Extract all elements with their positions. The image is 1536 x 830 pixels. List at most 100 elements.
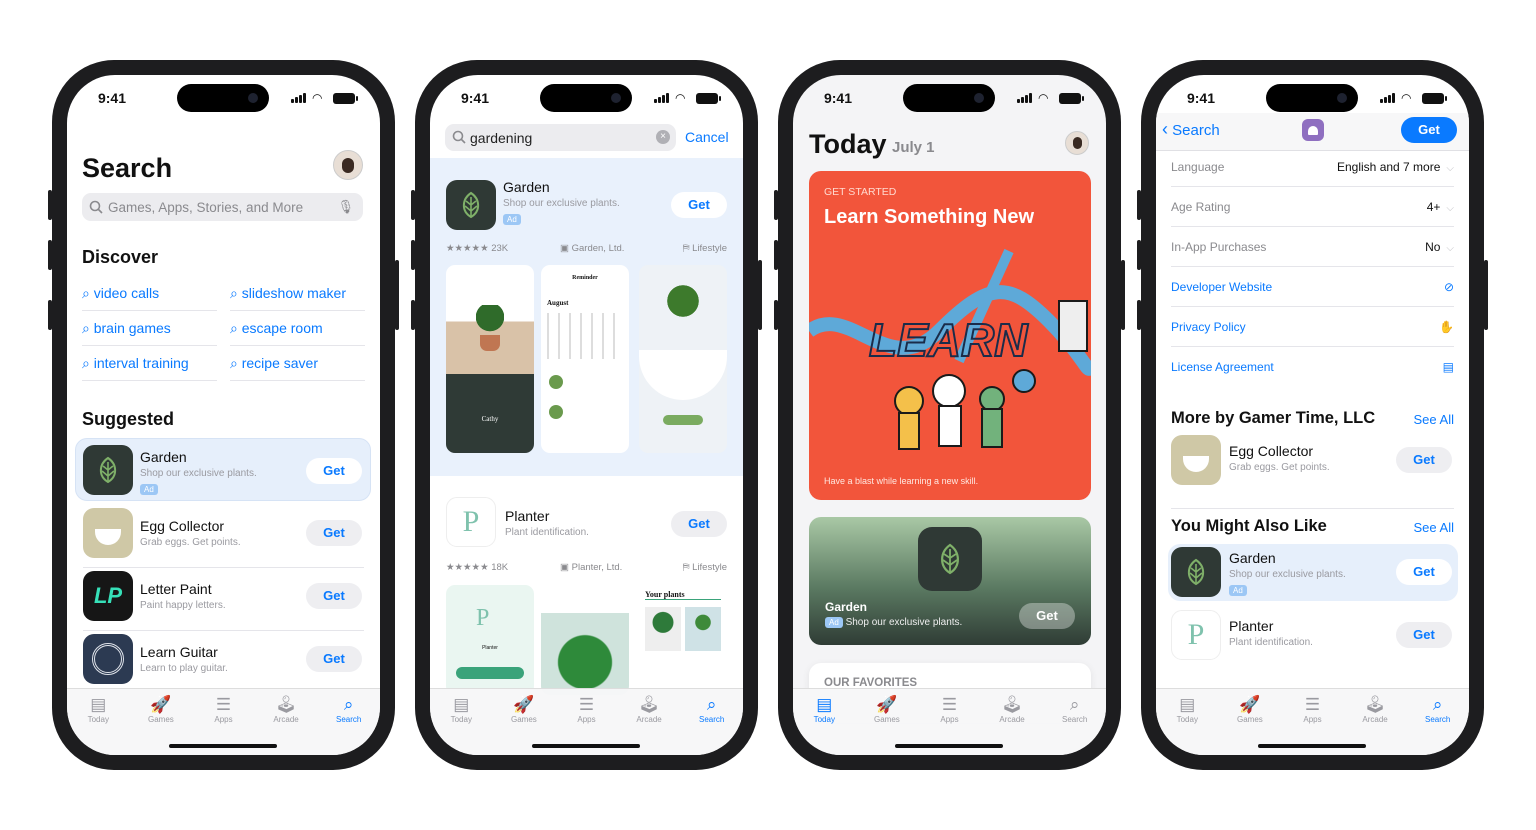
status-time: 9:41 [823,90,853,106]
screenshot[interactable]: Cathy [446,265,534,453]
app-subtitle: Grab eggs. Get points. [140,537,241,548]
app-subtitle: Shop our exclusive plants. [140,468,257,479]
screenshot[interactable]: Your plants [639,585,727,695]
clear-icon[interactable]: × [656,130,670,144]
chevron-down-icon: ⌵ [1446,202,1454,214]
get-button[interactable]: Get [1396,559,1452,585]
tab-today[interactable]: ▤ Today [430,689,493,755]
more-by-heading: More by Gamer Time, LLC [1171,409,1376,427]
home-indicator [895,744,1003,748]
discover-link[interactable]: ⌕ escape room [230,311,365,346]
get-button[interactable]: Get [1396,622,1452,648]
microphone-icon[interactable]: 🎙 [337,199,354,215]
list-item-egg-collector[interactable]: Egg Collector Grab eggs. Get points. Get [1171,435,1454,487]
list-item-garden[interactable]: Garden Shop our exclusive plants. Ad Get [1171,547,1454,599]
letter-paint-app-icon: LP [83,571,133,621]
featured-story-card[interactable]: GET STARTED Learn Something New LEARN Ha… [809,171,1091,500]
screenshot[interactable] [639,265,727,453]
avatar[interactable] [333,150,363,180]
ad-story-card[interactable]: Garden Ad Shop our exclusive plants. Get [809,517,1091,645]
tab-search[interactable]: ⌕ Search [317,689,380,755]
get-button[interactable]: Get [306,520,362,546]
chevron-down-icon: ⌵ [1446,242,1454,254]
discover-link[interactable]: ⌕ video calls [82,276,217,311]
back-button[interactable]: ‹ Search [1162,119,1220,140]
tab-today[interactable]: ▤ Today [793,689,856,755]
license-agreement-link[interactable]: License Agreement ▤ [1171,347,1454,387]
app-name: Garden [140,449,187,465]
developer-website-link[interactable]: Developer Website ⊘ [1171,267,1454,307]
app-name: Letter Paint [140,581,212,597]
list-item-egg-collector[interactable]: Egg Collector Grab eggs. Get points. Get [83,508,364,568]
result-info: Planter Plant identification. [505,508,589,538]
category: ⛿ Lifestyle [682,562,727,573]
get-button[interactable]: Get [1019,603,1075,629]
discover-link[interactable]: ⌕ recipe saver [230,346,365,381]
planter-app-icon: P [446,497,496,547]
see-all-link[interactable]: See All [1414,520,1454,535]
tab-search[interactable]: ⌕ Search [680,689,743,755]
screenshot[interactable]: Reminder August [541,265,629,453]
discover-link[interactable]: ⌕ interval training [82,346,217,381]
search-value: gardening [470,130,533,146]
status-time: 9:41 [1186,90,1216,106]
get-button[interactable]: Get [671,511,727,537]
cancel-button[interactable]: Cancel [685,129,729,145]
search-input[interactable]: gardening × [445,124,676,151]
get-button[interactable]: Get [306,646,362,672]
info-row[interactable]: Age Rating 4+ ⌵ [1171,187,1454,227]
info-row[interactable]: In-App Purchases No ⌵ [1171,227,1454,267]
tab-today[interactable]: ▤ Today [1156,689,1219,755]
chevron-down-icon: ⌵ [1446,162,1454,174]
screenshot[interactable] [541,585,629,695]
avatar[interactable] [1065,131,1089,155]
tab-label: Games [147,715,174,724]
suggested-heading: Suggested [82,409,175,429]
app-name: Garden [825,600,868,614]
date: July 1 [892,139,935,156]
list-item-planter[interactable]: P Planter Plant identification. Get [1171,610,1454,662]
developer: ▣ Planter, Ltd. [560,562,623,573]
tab-search[interactable]: ⌕ Search [1043,689,1106,755]
garden-app-icon [1171,547,1221,597]
get-button[interactable]: Get [306,583,362,609]
tab-search[interactable]: ⌕ Search [1406,689,1469,755]
search-placeholder: Games, Apps, Stories, and More [108,200,304,215]
see-all-link[interactable]: See All [1414,412,1454,427]
home-indicator [1258,744,1366,748]
ad-badge: Ad [503,214,521,225]
get-button[interactable]: Get [1396,447,1452,473]
screenshot[interactable]: P Planter [446,585,534,695]
joystick-icon: 🕹 [275,695,297,714]
list-item-garden[interactable]: Garden Shop our exclusive plants. Ad Get [83,445,364,497]
tab-label: Apps [577,715,596,724]
app-name: Garden [1229,550,1276,566]
ad-badge: Ad [1229,585,1247,596]
discover-link[interactable]: ⌕ slideshow maker [230,276,365,311]
app-subtitle: Paint happy letters. [140,600,226,611]
wifi-icon: ◠ [1401,91,1412,105]
tab-label: Today [813,715,835,724]
signal-icon [291,93,309,103]
home-indicator [169,744,277,748]
search-input[interactable]: Games, Apps, Stories, and More 🎙 [82,193,363,221]
get-button[interactable]: Get [306,458,362,484]
battery-icon [1422,93,1447,104]
tab-label: Games [873,715,900,724]
tab-label: Arcade [1362,715,1388,724]
screenshot-text: Your plants [645,590,721,600]
get-button[interactable]: Get [671,192,727,218]
info-row[interactable]: Language English and 7 more ⌵ [1171,147,1454,187]
hand-icon: ✋ [1439,319,1454,334]
rating: ★★★★★ 18K [446,562,509,573]
list-item-learn-guitar[interactable]: Learn Guitar Learn to play guitar. Get [83,634,364,688]
privacy-policy-link[interactable]: Privacy Policy ✋ [1171,307,1454,347]
discover-link[interactable]: ⌕ brain games [82,311,217,346]
rocket-icon: 🚀 [513,695,535,714]
get-button[interactable]: Get [1401,117,1457,143]
list-item-letter-paint[interactable]: LP Letter Paint Paint happy letters. Get [83,571,364,631]
status-time: 9:41 [460,90,490,106]
screen: 9:41 ◠ ‹ Search Get Language English and … [1156,75,1469,755]
tab-today[interactable]: ▤ Today [67,689,130,755]
search-icon: ⌕ [1069,695,1080,714]
